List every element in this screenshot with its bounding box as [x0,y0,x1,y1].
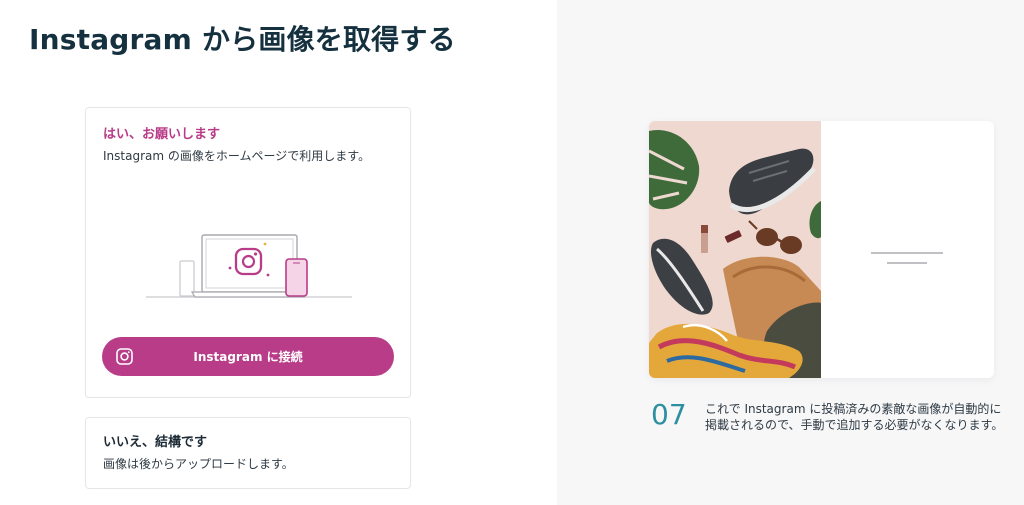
laptop-instagram-illustration [146,234,352,298]
option-no-card[interactable]: いいえ、結構です 画像は後からアップロードします。 [85,417,411,489]
step-number: 07 [651,398,687,431]
page-title: Instagram から画像を取得する [29,23,456,56]
option-yes-description: Instagram の画像をホームページで利用します。 [103,149,371,163]
instagram-icon [116,348,133,365]
connect-instagram-button[interactable]: Instagram に接続 [102,337,394,376]
connect-instagram-label: Instagram に接続 [193,350,303,364]
option-no-description: 画像は後からアップロードします。 [103,457,294,471]
option-yes-heading: はい、お願いします [103,127,221,142]
preview-card [649,121,994,378]
setup-panel: Instagram から画像を取得する はい、お願いします Instagram … [0,0,557,505]
option-yes-card[interactable]: はい、お願いします Instagram の画像をホームページで利用します。 In… [85,107,411,398]
step-description: これで Instagram に投稿済みの素敵な画像が自動的に掲載されるので、手動… [705,402,1004,432]
text-placeholder-lines [871,252,943,264]
option-no-heading: いいえ、結構です [103,435,208,450]
preview-panel: 07 これで Instagram に投稿済みの素敵な画像が自動的に掲載されるので… [557,0,1024,505]
product-photo [649,121,821,378]
